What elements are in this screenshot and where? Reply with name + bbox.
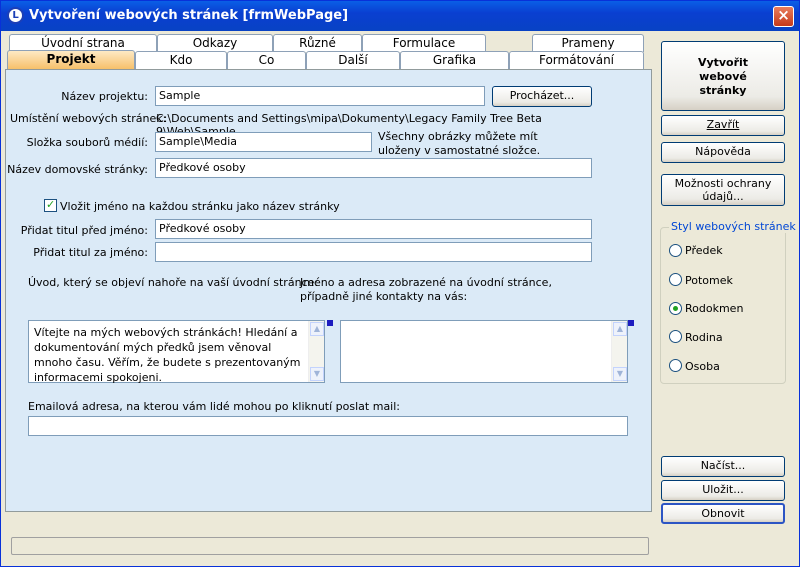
media-folder-input[interactable]: Sample\Media — [155, 132, 372, 152]
style-radio-rodina[interactable] — [669, 330, 682, 343]
location-value: C:\Documents and Settings\mipa\Dokumenty… — [156, 112, 542, 125]
title-after-input[interactable] — [155, 242, 592, 262]
style-group-title: Styl webových stránek — [669, 220, 798, 233]
window-title: Vytvoření webových stránek [frmWebPage] — [29, 8, 349, 23]
style-label-rodokmen: Rodokmen — [685, 302, 744, 315]
style-label-rodina: Rodina — [685, 331, 723, 344]
title-bar: L Vytvoření webových stránek [frmWebPage… — [1, 1, 799, 31]
style-label-potomek: Potomek — [685, 274, 733, 287]
close-button[interactable]: Zavřít — [661, 115, 785, 136]
tab-formatovani[interactable]: Formátování — [509, 51, 644, 69]
intro-label: Úvod, který se objeví nahoře na vaší úvo… — [28, 276, 319, 289]
save-button[interactable]: Uložit... — [661, 480, 785, 501]
location-value-line2: 9\Web\Sample — [156, 125, 236, 132]
home-page-label: Název domovské stránky: — [7, 163, 148, 176]
scroll-up-arrow-icon[interactable]: ▲ — [310, 322, 324, 336]
style-radio-rodokmen[interactable] — [669, 302, 682, 315]
intro-scrollbar[interactable]: ▲ ▼ — [308, 321, 324, 382]
contact-expand-icon[interactable] — [628, 320, 634, 326]
project-name-label: Název projektu: — [61, 90, 148, 103]
contact-scrollbar[interactable]: ▲ ▼ — [611, 321, 627, 382]
title-after-label: Přidat titul za jméno: — [33, 246, 148, 259]
tab-kdo[interactable]: Kdo — [135, 51, 227, 69]
projekt-tab-panel: Název projektu: Sample Procházet... Umís… — [5, 69, 652, 512]
tab-strip: Úvodní strana Odkazy Různé Formulace Pra… — [5, 31, 652, 71]
refresh-button[interactable]: Obnovit — [661, 503, 785, 524]
contact-textarea[interactable]: ▲ ▼ — [340, 320, 628, 383]
privacy-options-button[interactable]: Možnosti ochrany údajů... — [661, 174, 785, 206]
scroll-down-arrow-icon[interactable]: ▼ — [310, 367, 324, 381]
create-web-pages-button[interactable]: Vytvořit webové stránky — [661, 41, 785, 111]
tab-co[interactable]: Co — [227, 51, 306, 69]
browse-button[interactable]: Procházet... — [492, 86, 592, 107]
intro-textarea[interactable]: Vítejte na mých webových stránkách! Hled… — [28, 320, 325, 384]
insert-name-checkbox[interactable] — [44, 198, 57, 212]
style-radio-predek[interactable] — [669, 244, 682, 257]
intro-expand-icon[interactable] — [327, 320, 333, 326]
tab-prameny[interactable]: Prameny — [532, 34, 644, 52]
tab-ruzne[interactable]: Různé — [273, 34, 362, 52]
project-name-input[interactable]: Sample — [155, 86, 485, 106]
location-label: Umístění webových stránek: — [10, 112, 167, 125]
style-radio-osoba[interactable] — [669, 359, 682, 372]
create-web-pages-label: Vytvořit webové stránky — [697, 56, 749, 97]
close-button-label: Zavřít — [706, 118, 740, 131]
home-page-input[interactable]: Předkové osoby — [155, 158, 592, 178]
contact-label: Jméno a adresa zobrazené na úvodní strán… — [300, 276, 552, 303]
scroll-down-arrow-icon[interactable]: ▼ — [613, 367, 627, 381]
status-bar — [11, 537, 649, 555]
tab-grafika[interactable]: Grafika — [400, 51, 509, 69]
style-label-predek: Předek — [685, 244, 723, 257]
tab-dalsi[interactable]: Další — [306, 51, 400, 69]
title-before-input[interactable]: Předkové osoby — [155, 219, 592, 239]
intro-text: Vítejte na mých webových stránkách! Hled… — [34, 326, 301, 384]
email-label: Emailová adresa, na kterou vám lidé moho… — [28, 400, 401, 413]
help-button[interactable]: Nápověda — [661, 142, 785, 163]
tab-projekt[interactable]: Projekt — [7, 50, 135, 70]
scroll-up-arrow-icon[interactable]: ▲ — [613, 322, 627, 336]
load-button[interactable]: Načíst... — [661, 456, 785, 477]
tab-odkazy[interactable]: Odkazy — [157, 34, 273, 52]
tab-formulace[interactable]: Formulace — [362, 34, 486, 52]
insert-name-label: Vložit jméno na každou stránku jako náze… — [60, 200, 340, 213]
style-radio-potomek[interactable] — [669, 273, 682, 286]
email-input[interactable] — [28, 416, 628, 436]
media-folder-note: Všechny obrázky můžete mít uloženy v sam… — [378, 130, 541, 157]
media-folder-label: Složka souborů médií: — [26, 136, 148, 149]
title-before-label: Přidat titul před jméno: — [20, 224, 148, 237]
style-label-osoba: Osoba — [685, 360, 720, 373]
app-logo-icon: L — [7, 7, 24, 24]
web-page-dialog: L Vytvoření webových stránek [frmWebPage… — [0, 0, 800, 567]
close-window-button[interactable]: × — [773, 6, 794, 27]
